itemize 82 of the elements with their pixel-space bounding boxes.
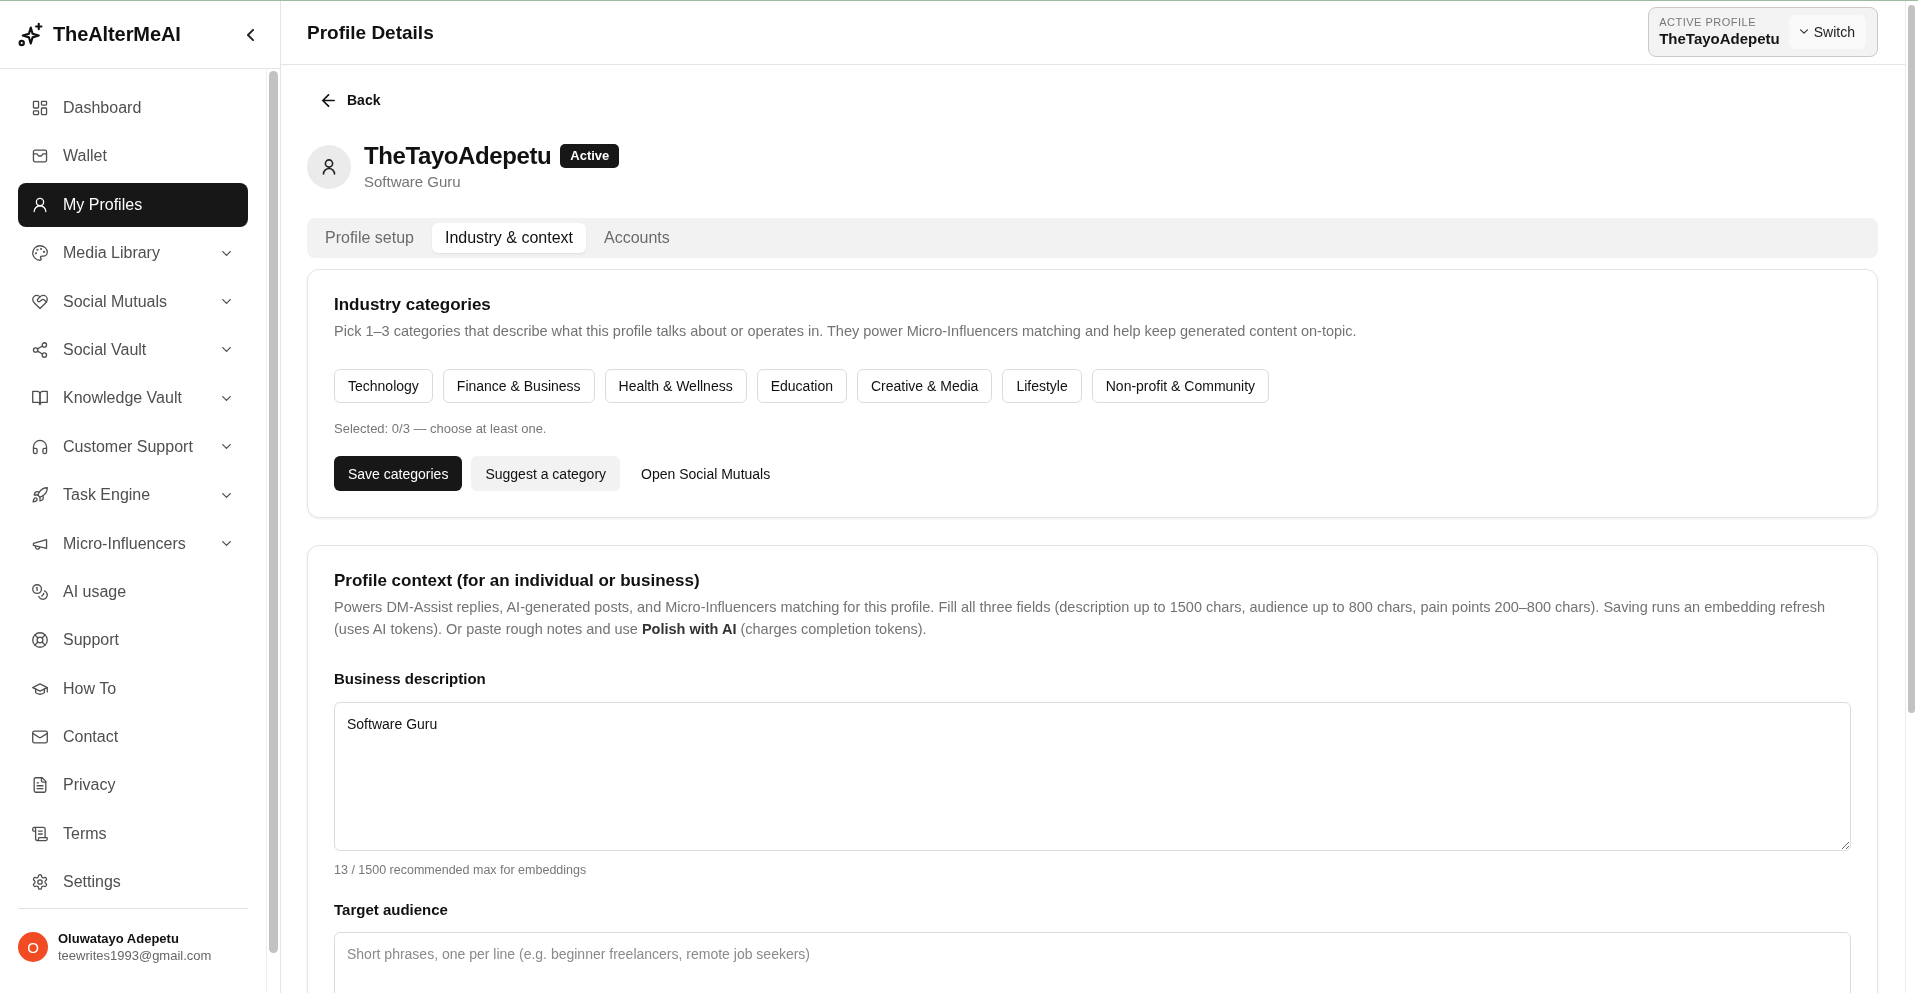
settings-icon — [32, 874, 48, 891]
grid-icon — [32, 100, 48, 116]
coins-icon — [32, 583, 48, 600]
nav-item[interactable]: Media Library — [18, 231, 248, 276]
chevron-down-icon — [222, 347, 231, 353]
chevron-left-icon[interactable] — [247, 28, 254, 41]
tab[interactable]: Accounts — [591, 223, 683, 253]
scrollbar-thumb[interactable] — [269, 71, 278, 953]
page-title: Profile Details — [307, 21, 434, 44]
nav-item[interactable]: Dashboard — [18, 86, 248, 130]
chevron-down-icon — [222, 250, 231, 256]
tab[interactable]: Industry & context — [431, 223, 586, 253]
wallet-icon — [32, 148, 48, 165]
primary-button[interactable]: Save categories — [334, 456, 463, 491]
nav-item[interactable]: Contact — [18, 715, 248, 760]
lifebuoy-icon — [32, 632, 48, 649]
palette-icon — [32, 245, 48, 262]
user-email: teewrites1993@gmail.com — [58, 947, 212, 965]
chevron-down-icon — [222, 444, 231, 450]
tab[interactable]: Profile setup — [312, 223, 427, 253]
share-icon — [32, 341, 48, 358]
nav-item[interactable]: Privacy — [18, 763, 248, 808]
text-area[interactable]: Short phrases, one per line (e.g. beginner freelancers, remote job seekers) — [334, 932, 1851, 993]
active-profile-label: ACTIVE PROFILE — [1659, 14, 1758, 29]
nav-item[interactable]: Support — [18, 618, 248, 663]
card-title: Profile context (for an individual or business) — [334, 570, 701, 592]
switch-button[interactable]: Switch — [1788, 14, 1866, 49]
nav-item[interactable]: Task Engine — [18, 473, 248, 518]
user-avatar: O — [18, 932, 48, 963]
category-chip[interactable]: Technology — [334, 369, 433, 403]
heart-handshake-icon — [32, 293, 48, 310]
category-chip[interactable]: Lifestyle — [1002, 369, 1082, 403]
chevron-down-icon — [222, 299, 231, 305]
chevron-down-icon — [1799, 29, 1808, 34]
profile-name: TheTayoAdepetu — [364, 141, 552, 171]
back-button[interactable]: Back — [307, 92, 391, 108]
category-chip[interactable]: Finance & Business — [442, 369, 595, 403]
sparkle-icon — [18, 22, 43, 47]
profile-subtitle: Software Guru — [364, 172, 462, 192]
headphones-icon — [32, 438, 48, 455]
active-profile-name: TheTayoAdepetu — [1659, 28, 1780, 49]
category-chip[interactable]: Health & Wellness — [604, 369, 747, 403]
app-name: TheAlterMeAI — [53, 23, 181, 46]
mail-icon — [32, 729, 48, 746]
nav-item[interactable]: Settings — [18, 860, 248, 905]
graduation-cap-icon — [32, 680, 48, 697]
selection-note: Selected: 0/3 — choose at least one. — [334, 420, 548, 438]
char-counter: 13 / 1500 recommended max for embeddings — [334, 862, 588, 878]
link-button[interactable]: Open Social Mutuals — [629, 456, 783, 491]
nav-item[interactable]: AI usage — [18, 569, 248, 614]
chevron-down-icon — [222, 492, 231, 498]
card-description: Powers DM-Assist replies, AI-generated posts, and Micro-Influencers matching for this profile. Fill all three fields (description up to 1500 chars, audience up to 800 chars, pain points 200–800 chars). Saving runs an embedding refresh (uses AI tokens). Or paste rough notes and use Polish with AI (charges completion tokens). — [334, 598, 1827, 639]
card-title: Industry categories — [334, 294, 492, 316]
avatar-icon — [307, 144, 351, 189]
user-icon — [32, 196, 48, 213]
nav-item[interactable]: Wallet — [18, 134, 248, 179]
nav-item[interactable]: My Profiles — [18, 182, 248, 227]
nav-item[interactable]: Knowledge Vault — [18, 376, 248, 421]
category-chip[interactable]: Non-profit & Community — [1091, 369, 1270, 403]
chevron-down-icon — [222, 395, 231, 401]
category-chip[interactable]: Education — [756, 369, 847, 403]
scrollbar-thumb[interactable] — [1908, 5, 1915, 713]
nav-item[interactable]: Social Vault — [18, 327, 248, 372]
document-icon — [32, 777, 48, 794]
text-area[interactable]: Software Guru — [334, 702, 1851, 851]
card-description: Pick 1–3 categories that describe what this profile talks about or operates in. They power Micro-Influencers matching and help keep generated content on-topic. — [334, 322, 1358, 341]
category-chip[interactable]: Creative & Media — [857, 369, 993, 403]
field-label: Business description — [334, 669, 487, 689]
rocket-icon — [32, 487, 48, 504]
nav-item[interactable]: Social Mutuals — [18, 279, 248, 324]
nav-item[interactable]: Terms — [18, 811, 248, 856]
status-badge: Active — [560, 144, 620, 168]
chevron-down-icon — [222, 541, 231, 546]
nav-item[interactable]: How To — [18, 666, 248, 711]
field-label: Target audience — [334, 900, 449, 920]
arrow-left-icon — [322, 93, 335, 107]
nav-item[interactable]: Customer Support — [18, 424, 248, 469]
scroll-icon — [32, 825, 48, 842]
user-name: Oluwatayo Adepetu — [58, 930, 180, 948]
secondary-button[interactable]: Suggest a category — [471, 456, 621, 491]
book-icon — [32, 390, 48, 407]
nav-item[interactable]: Micro-Influencers — [18, 521, 248, 566]
